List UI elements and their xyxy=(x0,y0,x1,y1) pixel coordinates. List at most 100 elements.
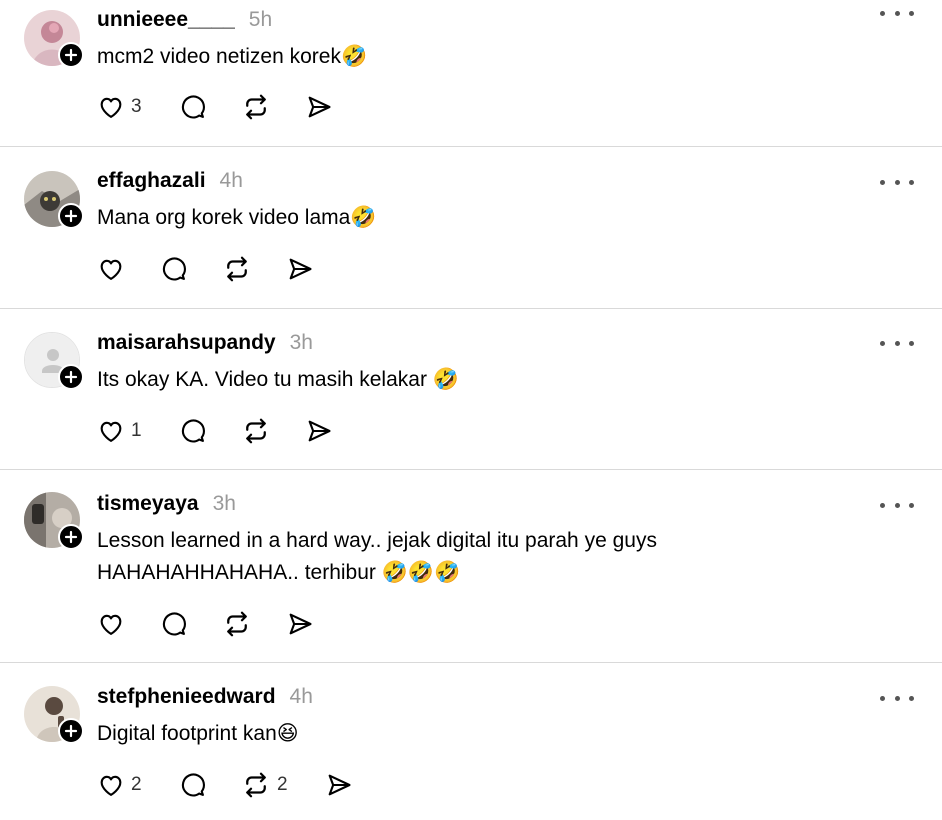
send-icon xyxy=(289,258,312,280)
repost-button[interactable] xyxy=(241,92,271,122)
send-icon xyxy=(328,774,351,796)
more-options-button[interactable] xyxy=(880,177,914,187)
share-button[interactable] xyxy=(325,771,353,799)
more-options-button[interactable] xyxy=(880,338,914,348)
share-button[interactable] xyxy=(305,93,333,121)
follow-button[interactable] xyxy=(58,524,84,550)
comment-icon xyxy=(181,773,205,797)
post-text-line: Its okay KA. Video tu masih kelakar 🤣 xyxy=(97,368,459,391)
more-icon xyxy=(909,11,914,16)
like-button[interactable] xyxy=(97,610,131,638)
more-icon xyxy=(894,696,900,701)
more-icon xyxy=(894,503,900,508)
thread-post: maisarahsupandy 3h Its okay KA. Video tu… xyxy=(0,309,942,470)
post-header: maisarahsupandy 3h xyxy=(97,331,313,359)
avatar[interactable] xyxy=(24,10,84,68)
avatar[interactable] xyxy=(24,686,84,744)
post-header: tismeyaya 3h xyxy=(97,492,236,520)
comment-icon xyxy=(162,257,186,281)
timestamp: 3h xyxy=(212,492,236,515)
username[interactable]: tismeyaya xyxy=(97,492,199,516)
heart-icon xyxy=(100,775,122,796)
plus-icon xyxy=(64,724,78,738)
repost-button[interactable] xyxy=(241,416,271,446)
more-icon xyxy=(880,503,885,508)
share-button[interactable] xyxy=(305,417,333,445)
comment-icon xyxy=(181,419,205,443)
timestamp: 4h xyxy=(289,685,313,708)
avatar[interactable] xyxy=(24,332,84,390)
reply-button[interactable] xyxy=(179,417,207,445)
post-text: Lesson learned in a hard way.. jejak dig… xyxy=(97,525,897,589)
heart-icon xyxy=(100,97,122,118)
action-bar: 2 2 xyxy=(97,770,351,800)
share-button[interactable] xyxy=(286,610,314,638)
repost-count: 2 xyxy=(277,774,288,795)
more-icon xyxy=(894,11,900,16)
timestamp: 5h xyxy=(248,8,273,31)
username[interactable]: maisarahsupandy xyxy=(97,331,276,355)
reply-button[interactable] xyxy=(179,93,207,121)
avatar[interactable] xyxy=(24,171,84,229)
timestamp: 3h xyxy=(289,331,313,354)
more-options-button[interactable] xyxy=(880,500,914,510)
repost-button[interactable] xyxy=(222,254,252,284)
repost-icon xyxy=(227,256,247,282)
reply-button[interactable] xyxy=(160,255,188,283)
like-button[interactable] xyxy=(97,255,131,283)
comment-icon xyxy=(181,95,205,119)
post-text: Digital footprint kan😆 xyxy=(97,718,897,750)
thread-post: stefphenieedward 4h Digital footprint ka… xyxy=(0,663,942,820)
like-button[interactable]: 2 xyxy=(97,771,142,799)
username[interactable]: unnieeee____ xyxy=(97,8,235,32)
heart-icon xyxy=(100,259,122,280)
more-icon xyxy=(909,696,914,701)
plus-icon xyxy=(64,530,78,544)
thread-post: effaghazali 4h Mana org korek video lama… xyxy=(0,147,942,309)
repost-icon xyxy=(227,611,247,637)
plus-icon xyxy=(64,48,78,62)
more-icon xyxy=(909,180,914,185)
like-count: 1 xyxy=(131,420,142,441)
username[interactable]: effaghazali xyxy=(97,169,206,193)
action-bar: 1 xyxy=(97,416,331,446)
like-button[interactable]: 1 xyxy=(97,417,142,445)
more-icon xyxy=(894,341,900,346)
reply-button[interactable] xyxy=(160,610,188,638)
post-header: effaghazali 4h xyxy=(97,169,243,197)
repost-button[interactable]: 2 xyxy=(241,770,288,800)
repost-button[interactable] xyxy=(222,609,252,639)
post-text: Mana org korek video lama🤣 xyxy=(97,202,897,234)
post-text-line: HAHAHAHHAHAHA.. terhibur 🤣🤣🤣 xyxy=(97,561,461,584)
post-text-line: Mana org korek video lama🤣 xyxy=(97,206,377,229)
more-icon xyxy=(894,180,900,185)
share-button[interactable] xyxy=(286,255,314,283)
follow-button[interactable] xyxy=(58,203,84,229)
avatar[interactable] xyxy=(24,492,84,550)
like-count: 2 xyxy=(131,774,142,795)
like-button[interactable]: 3 xyxy=(97,93,142,121)
post-text: mcm2 video netizen korek🤣 xyxy=(97,41,897,73)
heart-icon xyxy=(100,614,122,635)
more-options-button[interactable] xyxy=(880,693,914,703)
follow-button[interactable] xyxy=(58,364,84,390)
more-icon xyxy=(909,503,914,508)
username[interactable]: stefphenieedward xyxy=(97,685,276,709)
thread-post: unnieeee____ 5h mcm2 video netizen korek… xyxy=(0,0,942,147)
follow-button[interactable] xyxy=(58,42,84,68)
heart-icon xyxy=(100,421,122,442)
more-options-button[interactable] xyxy=(880,8,914,18)
like-count: 3 xyxy=(131,96,142,117)
post-text-line: Lesson learned in a hard way.. jejak dig… xyxy=(97,529,657,552)
reply-button[interactable] xyxy=(179,771,207,799)
repost-icon xyxy=(246,772,266,798)
more-icon xyxy=(909,341,914,346)
timestamp: 4h xyxy=(219,169,243,192)
follow-button[interactable] xyxy=(58,718,84,744)
action-bar: 3 xyxy=(97,92,331,122)
post-header: unnieeee____ 5h xyxy=(97,8,272,36)
more-icon xyxy=(880,11,885,16)
more-icon xyxy=(880,696,885,701)
thread-post: tismeyaya 3h Lesson learned in a hard wa… xyxy=(0,470,942,663)
action-bar xyxy=(97,254,312,284)
